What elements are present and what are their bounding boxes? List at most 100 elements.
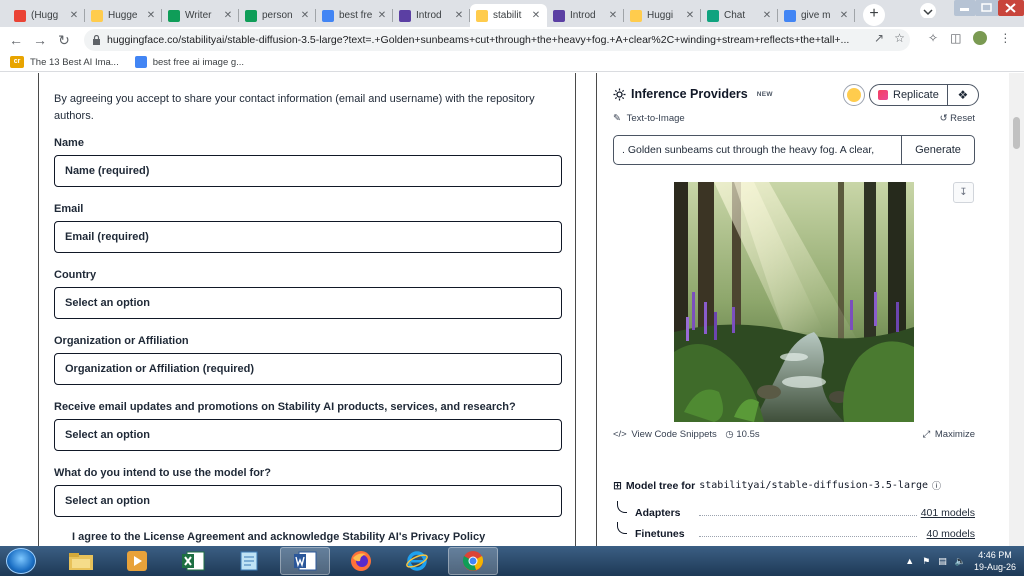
reset-button[interactable]: ↺ Reset — [940, 113, 975, 124]
docs-icon — [134, 56, 147, 68]
tab-title: Chat — [724, 10, 746, 21]
clock[interactable]: 4:46 PM 19-Aug-26 — [974, 549, 1016, 573]
tab-close-icon[interactable]: ✕ — [299, 10, 311, 21]
browser-tab[interactable]: person ✕ — [239, 4, 316, 27]
browser-tab[interactable]: Introd ✕ — [393, 4, 470, 27]
tab-close-icon[interactable]: ✕ — [684, 10, 696, 21]
model-tree-label: Model tree for — [625, 479, 696, 492]
name-field[interactable]: Name (required) — [54, 155, 562, 187]
provider-settings-icon[interactable]: ❖ — [948, 88, 978, 102]
clock-time: 4:46 PM — [978, 550, 1012, 560]
bookmark-item[interactable]: best free ai image g... — [134, 56, 244, 68]
new-badge: NEW — [756, 90, 773, 98]
network-icon[interactable]: ▤ — [938, 556, 947, 567]
license-agreement-checkbox[interactable]: I agree to the License Agreement and ack… — [72, 531, 485, 543]
snippet-row: </> View Code Snippets ◷ 10.5s ⤢ Maximiz… — [613, 429, 975, 440]
organization-field[interactable]: Organization or Affiliation (required) — [54, 353, 562, 385]
back-button[interactable]: ← — [4, 32, 28, 48]
generation-time: 10.5s — [736, 429, 760, 440]
info-icon[interactable]: ⓘ — [932, 479, 941, 492]
tray-expand-icon[interactable]: ▲ — [905, 556, 914, 566]
tab-title: Writer — [185, 10, 212, 21]
profile-avatar[interactable] — [973, 31, 988, 45]
media-player-icon[interactable] — [112, 547, 162, 575]
reload-button[interactable]: ↻ — [52, 32, 76, 49]
page-content: By agreeing you accept to share your con… — [0, 73, 1024, 546]
task-row: ✎ Text-to-Image ↺ Reset — [613, 113, 975, 124]
tab-close-icon[interactable]: ✕ — [530, 10, 542, 21]
consent-text: By agreeing you accept to share your con… — [54, 93, 535, 122]
tab-close-icon[interactable]: ✕ — [376, 10, 388, 21]
url-text: huggingface.co/stabilityai/stable-diffus… — [107, 34, 850, 46]
extensions-puzzle-icon[interactable]: ✧ — [928, 31, 938, 45]
tree-row-name: Finetunes — [635, 528, 685, 540]
tab-title: Hugge — [108, 10, 138, 21]
tab-close-icon[interactable]: ✕ — [145, 10, 157, 21]
sun-icon — [613, 88, 626, 100]
file-explorer-icon[interactable] — [56, 547, 106, 575]
new-tab-button[interactable]: + — [863, 4, 885, 26]
replicate-provider-button[interactable]: Replicate ❖ — [869, 84, 979, 106]
browser-tab[interactable]: Writer ✕ — [162, 4, 239, 27]
view-code-snippets-button[interactable]: </> View Code Snippets ◷ 10.5s — [613, 429, 760, 440]
start-button[interactable] — [6, 548, 36, 574]
excel-icon[interactable] — [168, 547, 218, 575]
address-bar[interactable]: huggingface.co/stabilityai/stable-diffus… — [84, 29, 910, 51]
intended-use-select[interactable]: Select an option — [54, 485, 562, 517]
browser-tab[interactable]: Huggi ✕ — [624, 4, 701, 27]
firefox-icon[interactable] — [336, 547, 386, 575]
email-updates-select[interactable]: Select an option — [54, 419, 562, 451]
reset-icon: ↺ — [939, 113, 948, 124]
hugging-face-icon — [847, 88, 861, 102]
adapters-count-link[interactable]: 401 models — [921, 507, 975, 519]
country-select[interactable]: Select an option — [54, 287, 562, 319]
scroll-thumb[interactable] — [1013, 117, 1020, 149]
tab-close-icon[interactable]: ✕ — [222, 10, 234, 21]
browser-tab[interactable]: Chat ✕ — [701, 4, 778, 27]
email-updates-label: Receive email updates and promotions on … — [54, 401, 516, 413]
docs-icon — [322, 9, 334, 22]
tab-close-icon[interactable]: ✕ — [607, 10, 619, 21]
window-controls — [918, 0, 1024, 19]
tree-row-name: Adapters — [635, 507, 681, 519]
browser-tab[interactable]: stabilit ✕ — [470, 4, 547, 27]
browser-tab[interactable]: Introd ✕ — [547, 4, 624, 27]
chatgpt-icon — [707, 9, 719, 22]
bookmarks-bar: cr The 13 Best AI Ima... best free ai im… — [0, 53, 1024, 72]
tab-close-icon[interactable]: ✕ — [838, 10, 850, 21]
browser-tab[interactable]: (Hugg ✕ — [8, 4, 85, 27]
browser-tab[interactable]: Hugge ✕ — [85, 4, 162, 27]
internet-explorer-icon[interactable] — [392, 547, 442, 575]
side-panel-icon[interactable]: ◫ — [950, 31, 961, 45]
task-label: Text-to-Image — [626, 113, 685, 124]
hugging-face-icon — [91, 9, 103, 22]
email-field[interactable]: Email (required) — [54, 221, 562, 253]
tab-close-icon[interactable]: ✕ — [453, 10, 465, 21]
finetunes-count-link[interactable]: 40 models — [927, 528, 975, 540]
bookmark-item[interactable]: cr The 13 Best AI Ima... — [10, 56, 119, 68]
tab-close-icon[interactable]: ✕ — [761, 10, 773, 21]
word-icon[interactable] — [280, 547, 330, 575]
browser-tab[interactable]: give m ✕ — [778, 4, 855, 27]
model-tree-icon: ⊞ — [613, 479, 622, 492]
action-center-flag-icon[interactable]: ⚑ — [922, 556, 930, 567]
prompt-input[interactable]: . Golden sunbeams cut through the heavy … — [613, 135, 902, 165]
download-icon[interactable]: ↧ — [953, 182, 974, 203]
bookmark-star-icon[interactable]: ☆ — [894, 31, 905, 45]
menu-kebab-icon[interactable]: ⋮ — [999, 31, 1011, 45]
share-icon[interactable]: ↗ — [874, 31, 884, 45]
tab-close-icon[interactable]: ✕ — [68, 10, 80, 21]
provider-option-button[interactable] — [843, 84, 865, 106]
browser-tab[interactable]: best fre ✕ — [316, 4, 393, 27]
chrome-icon[interactable] — [448, 547, 498, 575]
forward-button[interactable]: → — [28, 32, 52, 48]
hugging-face-icon — [476, 9, 488, 22]
notepad-icon[interactable] — [224, 547, 274, 575]
tab-title: Huggi — [647, 10, 674, 21]
page-scrollbar[interactable] — [1009, 73, 1024, 546]
volume-icon[interactable]: 🔈 — [955, 556, 966, 567]
replicate-label: Replicate — [893, 89, 939, 101]
generate-button[interactable]: Generate — [902, 135, 975, 165]
maximize-button[interactable]: ⤢ Maximize — [923, 429, 975, 440]
name-label: Name — [54, 137, 84, 149]
